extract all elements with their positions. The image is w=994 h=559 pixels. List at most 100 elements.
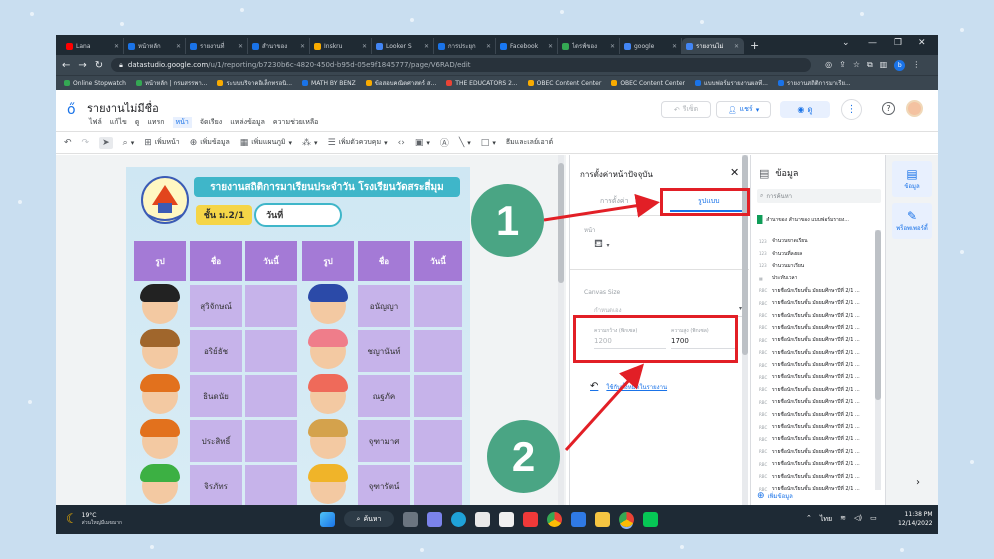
properties-scroll-thumb[interactable] (742, 155, 748, 355)
add-chart-button[interactable]: ▦ เพิ่มแผนภูมิ ▾ (240, 137, 292, 148)
data-search-input[interactable]: ⌕ การค้นหา (757, 189, 881, 203)
browser-tab[interactable]: google ✕ (620, 38, 682, 54)
bookmark-item[interactable]: Online Stopwatch (64, 80, 126, 87)
windows-start-icon[interactable] (320, 511, 335, 527)
taskbar-search[interactable]: ⌕ ค้นหา (344, 511, 394, 527)
tab-close-icon[interactable]: ✕ (548, 43, 553, 50)
menu-item[interactable]: จัดเรียง (200, 117, 222, 128)
tab-close-icon[interactable]: ✕ (238, 43, 243, 50)
bookmark-item[interactable]: OBEC Content Center (527, 80, 601, 87)
image-icon[interactable]: ▣ ▾ (415, 138, 430, 148)
report-page[interactable]: รายงานสถิติการมาเรียนประจำวัน โรงเรียนวั… (126, 167, 470, 507)
tab-close-icon[interactable]: ✕ (114, 43, 119, 50)
data-source-item[interactable]: ▉ สำนาของ สำนาของ แบบฟอร์มรายง... (757, 215, 881, 224)
volume-icon[interactable]: ◁) (854, 514, 862, 525)
rail-data-button[interactable]: ▤ ข้อมูล (892, 161, 932, 197)
notion-icon[interactable] (475, 511, 490, 527)
menu-item[interactable]: แทรก (147, 117, 164, 128)
browser-tab[interactable]: สำนาของ ✕ (248, 38, 310, 54)
field-item[interactable]: RBC รายชื่อนักเรียนชั้น มัธยมศึกษาปีที่ 2… (759, 371, 881, 383)
field-item[interactable]: ▦ ประทับเวลา (759, 272, 881, 284)
rail-properties-button[interactable]: ✎ พร็อพเพอร์ตี้ (892, 203, 932, 239)
add-control-button[interactable]: ☰ เพิ่มตัวควบคุม ▾ (328, 137, 388, 148)
language-indicator[interactable]: ไทย (820, 514, 832, 525)
field-item[interactable]: RBC รายชื่อนักเรียนชั้น มัธยมศึกษาปีที่ 2… (759, 470, 881, 482)
weather-widget[interactable]: ☾ 19°C ส่วนใหญ่มีเมฆมาก (66, 512, 122, 527)
field-item[interactable]: RBC รายชื่อนักเรียนชั้น มัธยมศึกษาปีที่ 2… (759, 309, 881, 321)
tab-close-icon[interactable]: ✕ (176, 43, 181, 50)
embed-icon[interactable]: ‹› (398, 138, 405, 148)
tab-close-icon[interactable]: ✕ (486, 43, 491, 50)
share-button[interactable]: 👤︎ แชร์ ▾ (716, 101, 771, 118)
edge-icon[interactable] (451, 511, 466, 527)
vivaldi-icon[interactable] (523, 511, 538, 527)
more-options-icon[interactable]: ⋮ (841, 99, 862, 120)
close-icon[interactable]: ✕ (730, 166, 739, 179)
sidebar-icon[interactable]: ▥ (880, 60, 888, 71)
add-data-link[interactable]: ⊕ เพิ่มข้อมูล (757, 491, 793, 501)
tray-chevron-icon[interactable]: ⌃ (806, 514, 812, 525)
browser-tab[interactable]: ไดรฟ์ของ ✕ (558, 38, 620, 54)
browser-tab[interactable]: รายงานไม่ ✕ (682, 38, 744, 54)
chrome-icon[interactable] (547, 511, 562, 527)
google-lens-icon[interactable]: ◎ (825, 60, 832, 71)
forward-icon[interactable]: → (78, 60, 86, 71)
new-tab-icon[interactable]: + (750, 39, 759, 52)
menu-item[interactable]: ดู (135, 117, 140, 128)
add-data-button[interactable]: ⊕ เพิ่มข้อมูล (190, 137, 230, 148)
reset-button[interactable]: ↶ รีเซ็ต (661, 101, 711, 118)
share-page-icon[interactable]: ⇪ (839, 60, 846, 71)
line-icon[interactable]: ╲ ▾ (459, 138, 471, 148)
data-scroll-thumb[interactable] (875, 230, 881, 400)
field-item[interactable]: RBC รายชื่อนักเรียนชั้น มัธยมศึกษาปีที่ 2… (759, 297, 881, 309)
field-item[interactable]: 123 จำนวนที่ลงผล (759, 247, 881, 259)
bookmark-item[interactable]: ระบบบริจาคอิเล็กทรอนิ... (217, 78, 292, 88)
minimize-icon[interactable]: — (868, 38, 877, 48)
canvas-scroll-thumb[interactable] (558, 163, 564, 283)
browser-tab[interactable]: หน้าหลัก ✕ (124, 38, 186, 54)
select-tool[interactable]: ➤ (99, 136, 113, 149)
chevron-right-icon[interactable]: › (916, 477, 920, 488)
task-view-icon[interactable] (403, 511, 418, 527)
reload-icon[interactable]: ↻ (95, 60, 103, 71)
browser-tab[interactable]: Lana ✕ (62, 38, 124, 54)
bookmark-item[interactable]: MATH BY BENZ (302, 80, 356, 87)
field-item[interactable]: RBC รายชื่อนักเรียนชั้น มัธยมศึกษาปีที่ 2… (759, 433, 881, 445)
browser-menu-icon[interactable]: ⋮ (912, 60, 920, 71)
menu-item[interactable]: ความช่วยเหลือ (273, 117, 318, 128)
bookmark-item[interactable]: OBEC Content Center (611, 80, 685, 87)
teams-icon[interactable] (427, 511, 442, 527)
tab-close-icon[interactable]: ✕ (424, 43, 429, 50)
apply-all-link[interactable]: ↶ ใช้กับทั้งหมดในรายงาน (590, 381, 667, 392)
bookmark-item[interactable]: รายงานสถิติการมาเรีย... (777, 78, 851, 88)
field-item[interactable]: RBC รายชื่อนักเรียนชั้น มัธยมศึกษาปีที่ 2… (759, 322, 881, 334)
file-explorer-icon[interactable] (595, 511, 610, 527)
tab-close-icon[interactable]: ✕ (672, 43, 677, 50)
user-avatar[interactable] (906, 100, 923, 117)
menu-item[interactable]: แหล่งข้อมูล (230, 117, 265, 128)
menu-item[interactable]: ไฟล์ (89, 117, 102, 128)
tab-search-icon[interactable]: ⌄ (842, 38, 850, 48)
bookmark-item[interactable]: แบบฟอร์มรายงานผลที... (695, 78, 768, 88)
line-app-icon[interactable] (643, 511, 658, 527)
back-icon[interactable]: ← (62, 60, 70, 71)
field-item[interactable]: RBC รายชื่อนักเรียนชั้น มัธยมศึกษาปีที่ 2… (759, 446, 881, 458)
field-item[interactable]: RBC รายชื่อนักเรียนชั้น มัธยมศึกษาปีที่ 2… (759, 285, 881, 297)
field-item[interactable]: 123 จำนวนขาดเรียน (759, 235, 881, 247)
shape-icon[interactable]: □ ▾ (481, 138, 496, 148)
tab-setup[interactable]: การตั้งค่า (600, 196, 629, 207)
chrome-active-icon[interactable] (619, 511, 634, 527)
field-item[interactable]: RBC รายชื่อนักเรียนชั้น มัธยมศึกษาปีที่ 2… (759, 421, 881, 433)
store-icon[interactable] (499, 511, 514, 527)
report-name[interactable]: รายงานไม่มีชื่อ (87, 99, 159, 117)
close-window-icon[interactable]: ✕ (918, 38, 926, 48)
tab-close-icon[interactable]: ✕ (300, 43, 305, 50)
restore-icon[interactable]: ❐ (894, 38, 902, 48)
help-icon[interactable]: ? (882, 102, 895, 115)
menu-item[interactable]: หน้า (172, 117, 192, 128)
url-field[interactable]: 🔒︎ datastudio.google.com/u/1/reporting/b… (111, 58, 812, 72)
field-item[interactable]: RBC รายชื่อนักเรียนชั้น มัธยมศึกษาปีที่ 2… (759, 384, 881, 396)
add-page-button[interactable]: ⊞ เพิ่มหน้า (144, 137, 180, 148)
undo-icon[interactable]: ↶ (64, 138, 72, 148)
browser-tab[interactable]: Facebook ✕ (496, 38, 558, 54)
